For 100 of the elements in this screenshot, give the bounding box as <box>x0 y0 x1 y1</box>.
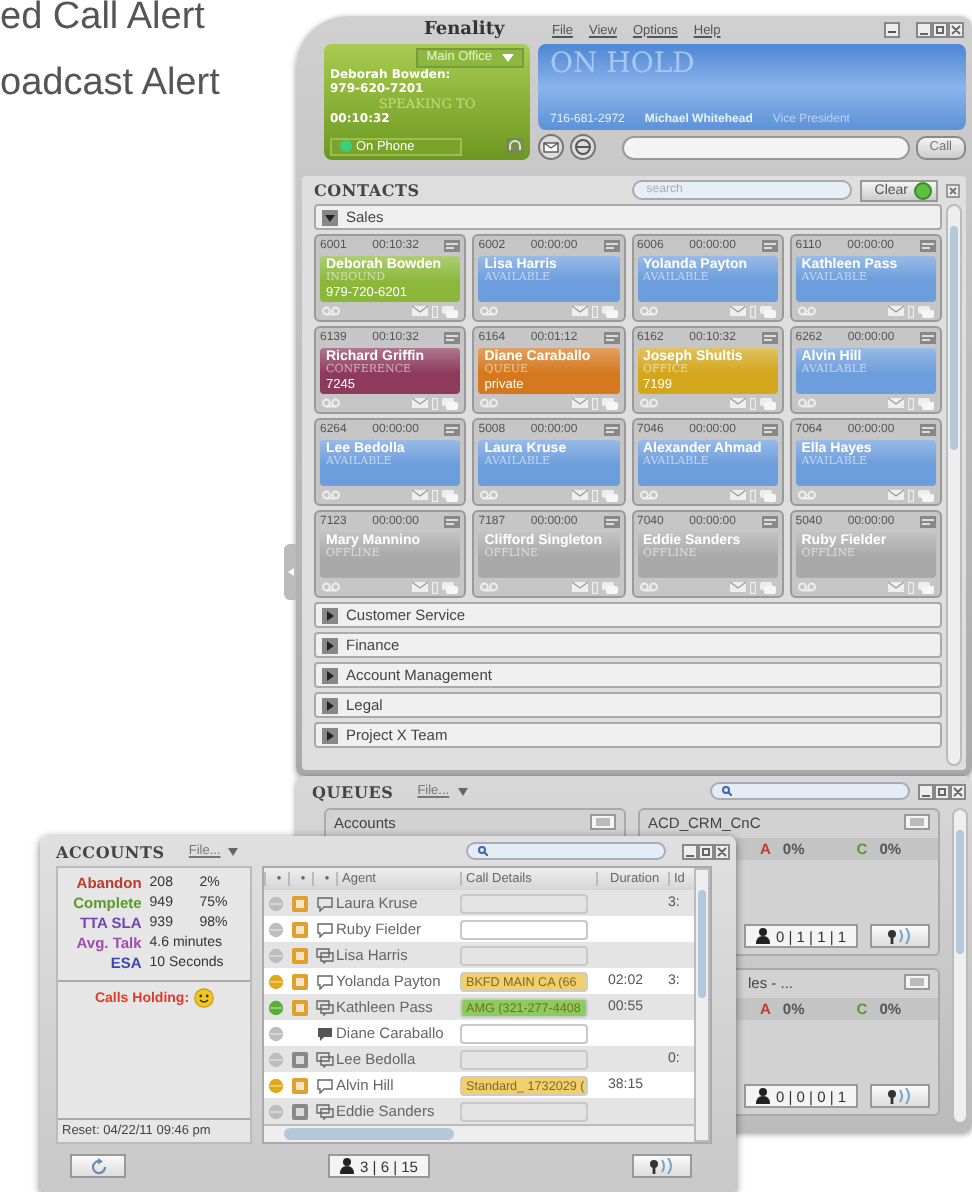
voicemail-icon[interactable] <box>639 582 657 593</box>
mail-icon[interactable] <box>412 306 429 317</box>
chat-icon[interactable] <box>442 581 459 594</box>
mail-icon[interactable] <box>888 490 904 501</box>
voicemail-icon[interactable] <box>639 398 657 409</box>
voicemail-icon[interactable] <box>322 398 340 409</box>
accounts-title: ACCOUNTS <box>56 841 165 861</box>
left-arrow-icon <box>287 568 293 576</box>
voicemail-icon[interactable] <box>322 582 340 593</box>
scrollbar[interactable] <box>694 868 710 1142</box>
mail-icon[interactable] <box>571 398 587 409</box>
popout-icon[interactable] <box>590 814 616 830</box>
mail-icon[interactable] <box>729 398 746 409</box>
queues-title: QUEUES <box>312 781 394 801</box>
mobile-phone-icon[interactable] <box>908 489 914 502</box>
popout-icon[interactable] <box>904 974 930 990</box>
mobile-phone-icon[interactable] <box>908 581 914 594</box>
chat-icon[interactable] <box>918 581 934 594</box>
chat-icon[interactable] <box>601 397 617 410</box>
chat-icon[interactable] <box>759 305 776 318</box>
window-controls-icon[interactable] <box>916 22 964 38</box>
mobile-phone-icon[interactable] <box>591 489 597 502</box>
window-controls-icon[interactable] <box>918 783 966 799</box>
refresh-icon <box>89 1157 107 1175</box>
mobile-phone-icon[interactable] <box>591 581 597 594</box>
chat-icon[interactable] <box>601 305 617 318</box>
chat-icon[interactable] <box>601 581 617 594</box>
mail-icon[interactable] <box>888 582 904 593</box>
mail-icon[interactable] <box>412 398 429 409</box>
mobile-phone-icon[interactable] <box>908 305 914 318</box>
voicemail-icon[interactable] <box>322 490 340 501</box>
voicemail-icon[interactable] <box>797 398 816 409</box>
mail-icon[interactable] <box>571 490 587 501</box>
chat-icon[interactable] <box>918 305 934 318</box>
chat-icon[interactable] <box>442 397 459 410</box>
refresh-button[interactable] <box>70 1154 126 1178</box>
search-field[interactable] <box>710 782 910 800</box>
mobile-phone-icon[interactable] <box>432 397 439 410</box>
side-panel-tab[interactable] <box>284 544 296 600</box>
speaker-button[interactable] <box>870 1084 930 1108</box>
voicemail-icon[interactable] <box>322 306 340 317</box>
mobile-phone-icon[interactable] <box>591 397 597 410</box>
speaker-button[interactable] <box>632 1154 693 1178</box>
horizontal-scrollbar[interactable] <box>264 1124 694 1142</box>
popout-icon[interactable] <box>904 814 930 830</box>
mobile-phone-icon[interactable] <box>432 489 439 502</box>
mail-icon[interactable] <box>729 582 746 593</box>
close-icon[interactable] <box>946 183 960 197</box>
mail-icon[interactable] <box>412 582 429 593</box>
chat-bubble-icon <box>315 973 333 989</box>
chat-icon[interactable] <box>918 397 934 410</box>
chat-icon[interactable] <box>759 581 776 594</box>
mail-icon[interactable] <box>729 306 746 317</box>
speaker-button[interactable] <box>870 924 930 948</box>
chat-icon[interactable] <box>442 305 459 318</box>
chat-icon[interactable] <box>918 489 934 502</box>
presence-badge-icon <box>603 239 619 252</box>
voicemail-icon[interactable] <box>797 582 816 593</box>
mobile-phone-icon[interactable] <box>749 397 756 410</box>
dropdown-arrow-icon <box>502 53 514 62</box>
mail-icon[interactable] <box>571 582 587 593</box>
presence-badge-icon <box>761 423 778 436</box>
mobile-phone-icon[interactable] <box>749 581 756 594</box>
dial-field[interactable] <box>622 135 910 159</box>
mobile-phone-icon[interactable] <box>432 581 439 594</box>
scrollbar[interactable] <box>952 808 968 1124</box>
voicemail-icon[interactable] <box>639 490 657 501</box>
chat-icon[interactable] <box>442 489 459 502</box>
headset-icon[interactable] <box>506 138 524 155</box>
window-controls-icon[interactable] <box>682 843 730 859</box>
chat-icon[interactable] <box>759 397 776 410</box>
mail-icon[interactable] <box>888 306 904 317</box>
mobile-phone-icon[interactable] <box>591 305 597 318</box>
collapse-arrow-icon <box>322 209 338 225</box>
mail-icon[interactable] <box>888 398 904 409</box>
voicemail-icon[interactable] <box>797 306 816 317</box>
search-field[interactable] <box>466 842 666 860</box>
mail-icon[interactable] <box>571 306 587 317</box>
expand-arrow-icon <box>322 697 338 713</box>
hangup-icon[interactable] <box>570 134 596 160</box>
chat-icon[interactable] <box>759 489 776 502</box>
minimize-icon[interactable] <box>884 22 900 38</box>
voicemail-icon[interactable] <box>480 306 499 317</box>
mobile-phone-icon[interactable] <box>908 397 914 410</box>
presence-badge-icon <box>444 423 461 436</box>
mobile-phone-icon[interactable] <box>749 489 756 502</box>
mail-icon[interactable] <box>412 490 429 501</box>
chat-icon[interactable] <box>601 489 617 502</box>
voicemail-icon[interactable] <box>639 306 657 317</box>
mail-icon[interactable] <box>538 134 564 160</box>
voicemail-icon[interactable] <box>480 490 499 501</box>
mobile-phone-icon[interactable] <box>749 305 756 318</box>
mail-icon[interactable] <box>729 490 746 501</box>
status-dot-icon <box>340 140 352 153</box>
mobile-phone-icon[interactable] <box>432 305 439 318</box>
person-icon <box>340 1158 355 1174</box>
scrollbar[interactable] <box>946 204 962 766</box>
voicemail-icon[interactable] <box>797 490 816 501</box>
voicemail-icon[interactable] <box>480 582 499 593</box>
voicemail-icon[interactable] <box>480 398 499 409</box>
